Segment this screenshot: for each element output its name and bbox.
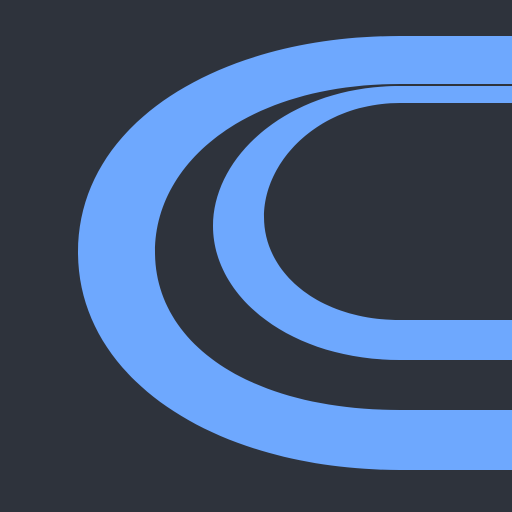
app-icon: [0, 0, 512, 512]
concentric-track-logo-icon: [0, 0, 512, 512]
